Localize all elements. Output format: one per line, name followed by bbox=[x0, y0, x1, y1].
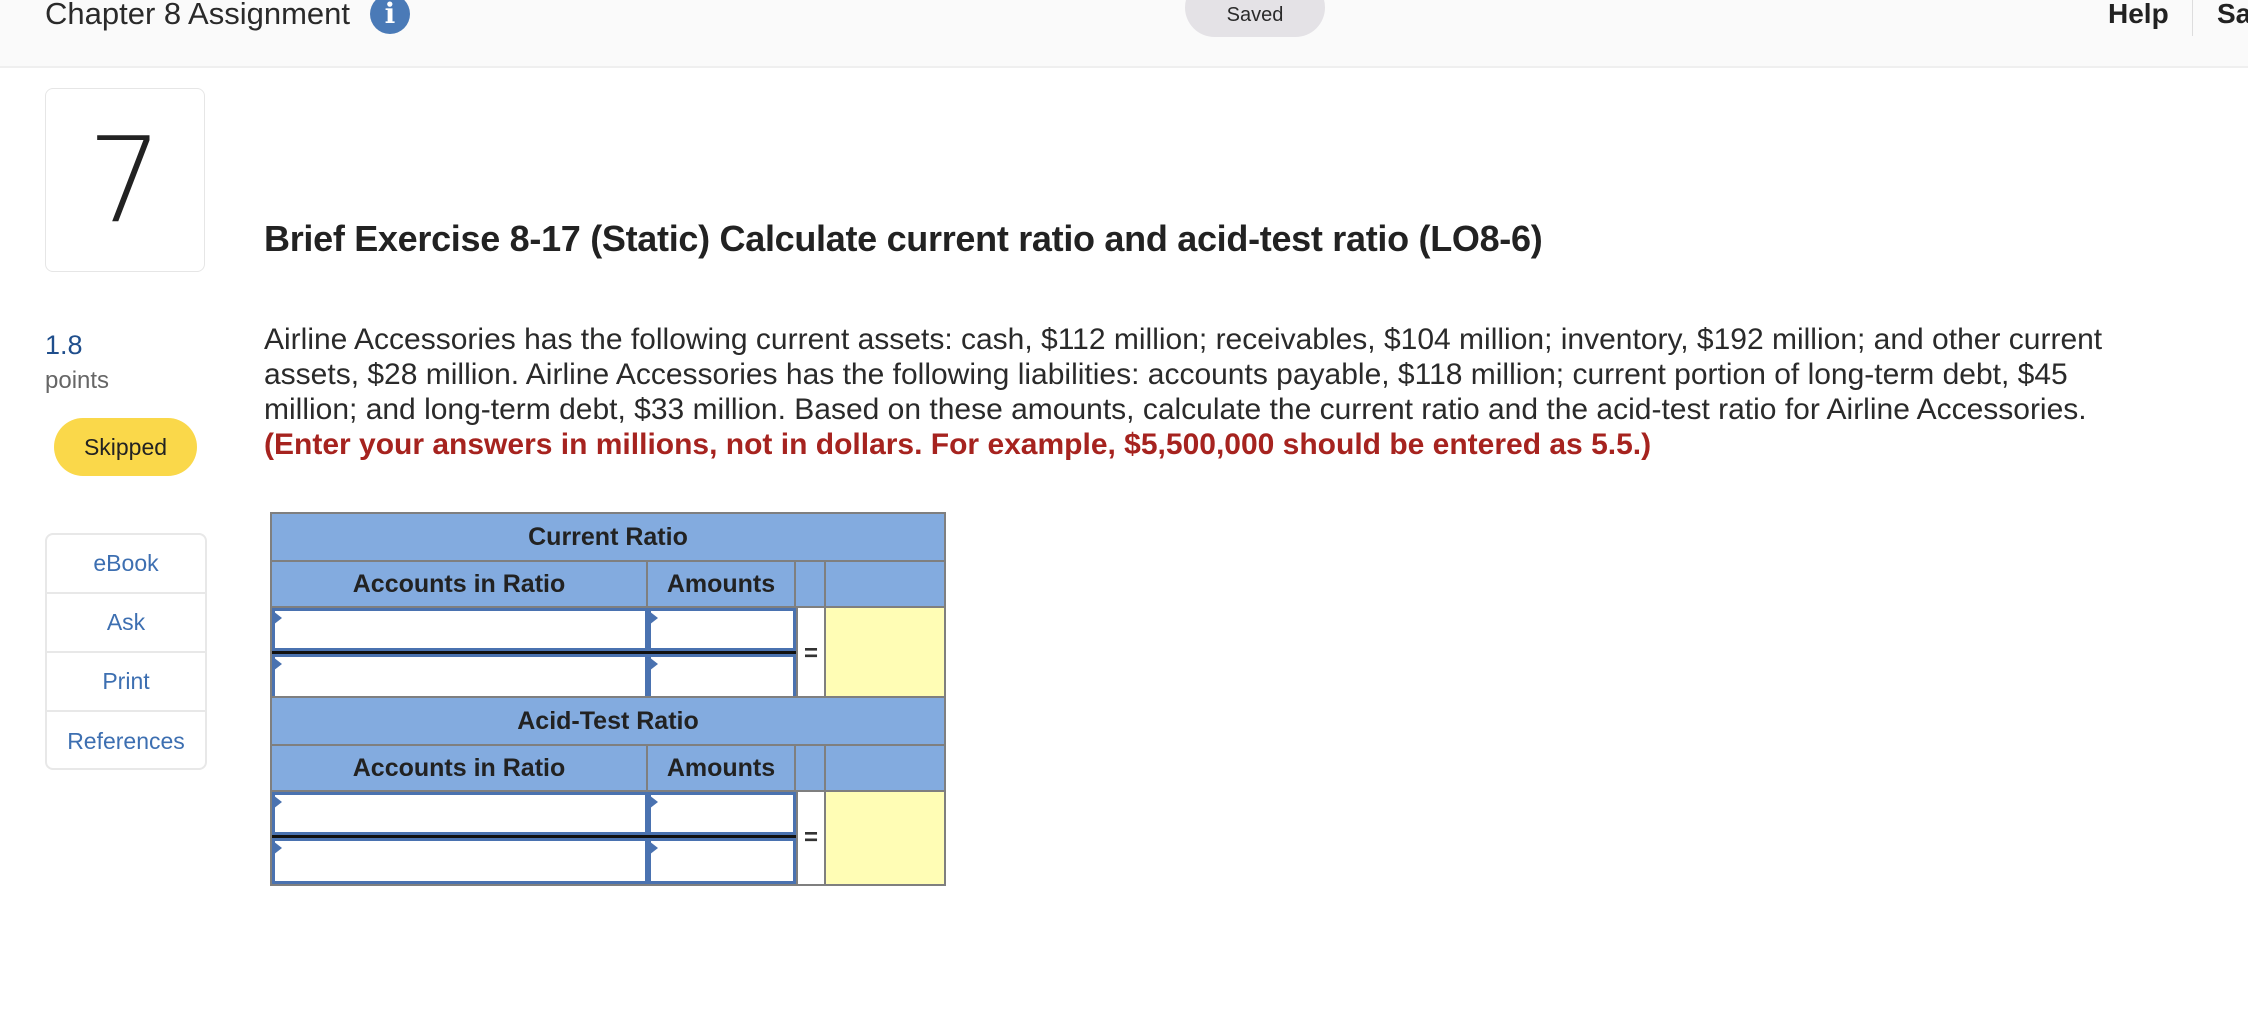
denominator-amount-input[interactable] bbox=[651, 657, 793, 697]
col-header-accounts: Accounts in Ratio bbox=[272, 562, 648, 606]
col-header-amounts: Amounts bbox=[648, 746, 796, 790]
dropdown-marker-icon bbox=[649, 657, 658, 671]
col-header-result bbox=[826, 562, 944, 606]
ratio-body: = bbox=[272, 608, 944, 700]
numerator-account-input[interactable] bbox=[275, 611, 645, 648]
save-exit-button[interactable]: Save & Exit bbox=[2217, 0, 2248, 30]
current-ratio-table: Current Ratio Accounts in Ratio Amounts … bbox=[270, 512, 946, 702]
tool-ask[interactable]: Ask bbox=[47, 594, 205, 653]
denominator-account-input-wrap bbox=[272, 654, 648, 700]
numerator-amount-input[interactable] bbox=[651, 611, 793, 648]
acid-test-ratio-result bbox=[826, 792, 944, 884]
info-icon[interactable]: i bbox=[370, 0, 410, 34]
current-ratio-result bbox=[826, 608, 944, 700]
status-badge-text: Skipped bbox=[83, 433, 168, 460]
dropdown-marker-icon bbox=[273, 795, 282, 809]
points-label: points bbox=[45, 367, 110, 394]
denominator-amount-input-wrap bbox=[648, 654, 796, 700]
equals-sign: = bbox=[796, 792, 826, 884]
acid-test-ratio-table: Acid-Test Ratio Accounts in Ratio Amount… bbox=[270, 696, 946, 886]
assignment-title: Chapter 8 Assignment bbox=[45, 0, 351, 31]
denominator-account-input[interactable] bbox=[275, 841, 645, 881]
dropdown-marker-icon bbox=[649, 611, 658, 625]
denominator-amount-input[interactable] bbox=[651, 841, 793, 881]
top-header: Chapter 8 Assignment i Saved Help Save &… bbox=[0, 0, 2248, 68]
numerator-row bbox=[272, 792, 796, 838]
points-value: 1.8 bbox=[45, 330, 83, 360]
col-header-equals bbox=[796, 562, 826, 606]
denominator-account-input[interactable] bbox=[275, 657, 645, 697]
help-button[interactable]: Help bbox=[2108, 0, 2169, 30]
header-divider bbox=[2192, 0, 2193, 36]
question-number: 7 bbox=[45, 88, 205, 272]
equals-sign: = bbox=[796, 608, 826, 700]
tool-ebook[interactable]: eBook bbox=[47, 535, 205, 594]
numerator-amount-input[interactable] bbox=[651, 795, 793, 832]
ratio-body: = bbox=[272, 792, 944, 884]
question-text: Airline Accessories has the following cu… bbox=[264, 323, 2103, 426]
dropdown-marker-icon bbox=[273, 657, 282, 671]
denominator-row bbox=[272, 838, 796, 884]
table-header-row: Accounts in Ratio Amounts bbox=[272, 746, 944, 792]
question-instruction: (Enter your answers in millions, not in … bbox=[264, 428, 1652, 461]
status-badge: Skipped bbox=[54, 418, 197, 476]
col-header-accounts: Accounts in Ratio bbox=[272, 746, 648, 790]
numerator-account-input-wrap bbox=[272, 792, 648, 835]
numerator-amount-input-wrap bbox=[648, 608, 796, 651]
saved-status-badge: Saved bbox=[1185, 0, 1325, 37]
saved-status-text: Saved bbox=[1226, 4, 1284, 26]
dropdown-marker-icon bbox=[649, 841, 658, 855]
col-header-equals bbox=[796, 746, 826, 790]
col-header-amounts: Amounts bbox=[648, 562, 796, 606]
tool-print[interactable]: Print bbox=[47, 653, 205, 712]
ratio-inputs bbox=[272, 608, 796, 700]
numerator-amount-input-wrap bbox=[648, 792, 796, 835]
denominator-amount-input-wrap bbox=[648, 838, 796, 884]
numerator-account-input[interactable] bbox=[275, 795, 645, 832]
numerator-row bbox=[272, 608, 796, 654]
question-title: Brief Exercise 8-17 (Static) Calculate c… bbox=[264, 218, 1543, 259]
table-title: Current Ratio bbox=[272, 514, 944, 562]
ratio-inputs bbox=[272, 792, 796, 884]
denominator-account-input-wrap bbox=[272, 838, 648, 884]
question-body: Airline Accessories has the following cu… bbox=[264, 322, 2164, 462]
table-title: Acid-Test Ratio bbox=[272, 698, 944, 746]
dropdown-marker-icon bbox=[273, 611, 282, 625]
question-tools: eBook Ask Print References bbox=[45, 533, 207, 770]
numerator-account-input-wrap bbox=[272, 608, 648, 651]
table-header-row: Accounts in Ratio Amounts bbox=[272, 562, 944, 608]
dropdown-marker-icon bbox=[273, 841, 282, 855]
denominator-row bbox=[272, 654, 796, 700]
col-header-result bbox=[826, 746, 944, 790]
dropdown-marker-icon bbox=[649, 795, 658, 809]
tool-references[interactable]: References bbox=[47, 712, 205, 768]
